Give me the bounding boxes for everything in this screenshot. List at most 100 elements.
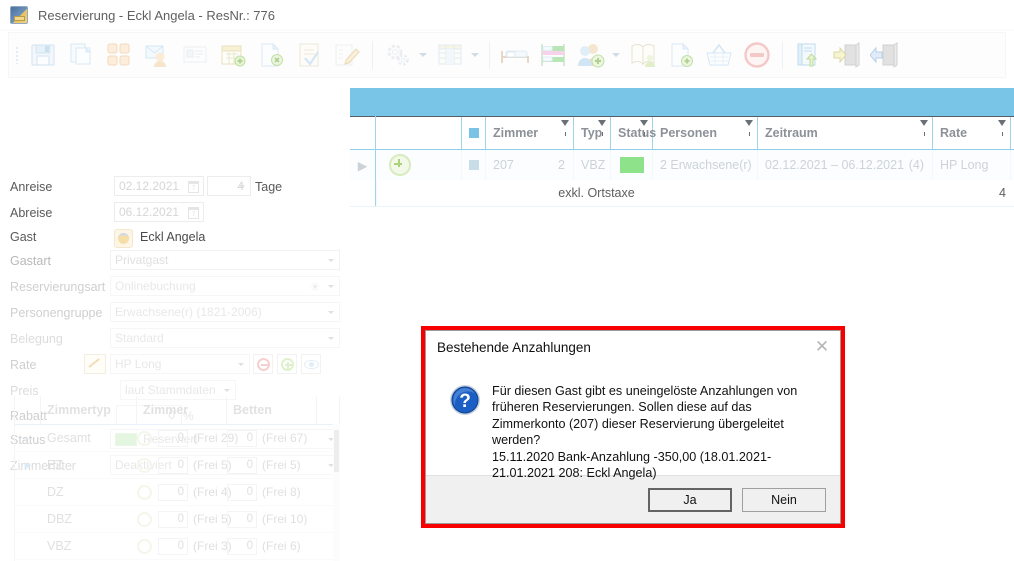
row-betten-cell: 0 (Frei 6): [227, 537, 317, 555]
row-zimmer-value[interactable]: 0: [158, 456, 188, 474]
book-upload-icon[interactable]: [790, 37, 826, 73]
document-delete-icon[interactable]: [253, 37, 289, 73]
zimmertyp-grid-scrollbar[interactable]: [333, 424, 340, 561]
column-zimmertyp[interactable]: Zimmertyp: [41, 396, 137, 424]
add-icon[interactable]: [137, 484, 152, 500]
chevron-down-icon[interactable]: [238, 363, 244, 366]
filter-icon[interactable]: [998, 120, 1006, 136]
rate-add-button[interactable]: [277, 354, 297, 374]
toolbar-drag-handle[interactable]: [13, 44, 21, 66]
filter-icon[interactable]: [745, 120, 753, 136]
table-row[interactable]: DZ 0 (Frei 4) 0 (Frei 8): [15, 479, 340, 506]
row-expander-icon[interactable]: ▶: [15, 460, 41, 471]
bed-icon[interactable]: [497, 37, 533, 73]
belegung-select[interactable]: Standard: [110, 328, 340, 348]
header-personen-label: Personen: [660, 126, 717, 140]
ja-button[interactable]: Ja: [648, 487, 732, 512]
zimmertyp-grid[interactable]: Zimmertyp Zimmer Betten — Gesamt 0 (Frei…: [14, 396, 340, 561]
table-row[interactable]: DBZ 0 (Frei 5) 0 (Frei 10): [15, 506, 340, 533]
header-rate[interactable]: Rate: [933, 117, 1011, 149]
filter-icon[interactable]: [561, 120, 569, 136]
row-zimmer-value[interactable]: 0: [158, 537, 188, 555]
table-row[interactable]: VBZ 0 (Frei 3) 0 (Frei 6): [15, 533, 340, 560]
row-zimmer-cell: 0 (Frei 3): [137, 537, 232, 555]
header-personen[interactable]: Personen: [653, 117, 758, 149]
table-layout-icon[interactable]: [432, 37, 468, 73]
table-row[interactable]: ▶ 207 2 VBZ 2 Erwachsene(r) 02.12.2021 –…: [350, 150, 1014, 180]
exit-right-icon[interactable]: [828, 37, 864, 73]
row-betten-value[interactable]: 0: [227, 456, 257, 474]
abreise-date-input[interactable]: 06.12.2021 7: [114, 202, 204, 222]
chevron-down-icon[interactable]: [328, 311, 334, 314]
gastart-select[interactable]: Privatgast: [110, 250, 340, 270]
add-icon[interactable]: [137, 457, 152, 473]
table-row[interactable]: ▶ EZ 0 (Frei 5) 0 (Frei 5): [15, 452, 340, 479]
row-expander-icon[interactable]: —: [15, 433, 41, 443]
table-row[interactable]: — Gesamt 0 (Frei 29) 0 (Frei 67): [15, 425, 340, 452]
row-betten-value[interactable]: 0: [227, 483, 257, 501]
chevron-down-icon[interactable]: [224, 389, 230, 392]
column-betten[interactable]: Betten: [227, 396, 317, 424]
bunk-bed-icon[interactable]: [535, 37, 571, 73]
row-checkbox-cell[interactable]: [462, 150, 486, 180]
dialog-message: Für diesen Gast gibt es uneingelöste Anz…: [492, 384, 798, 481]
checkbox-icon[interactable]: [468, 160, 479, 170]
row-zimmer-value[interactable]: 0: [158, 510, 188, 528]
cancel-icon[interactable]: [739, 37, 775, 73]
exit-left-icon[interactable]: [866, 37, 902, 73]
add-icon[interactable]: [137, 538, 152, 554]
basket-icon[interactable]: [701, 37, 737, 73]
filter-icon[interactable]: [920, 120, 928, 136]
personengruppe-select[interactable]: Erwachsene(r) (1821-2006): [110, 302, 340, 322]
chevron-down-icon[interactable]: [328, 285, 334, 288]
add-person-icon[interactable]: [573, 37, 609, 73]
row-betten-value[interactable]: 0: [227, 510, 257, 528]
nein-button[interactable]: Nein: [742, 487, 826, 512]
row-zimmer-value[interactable]: 0: [158, 483, 188, 501]
calendar-add-icon[interactable]: [215, 37, 251, 73]
tage-spinner[interactable]: 4: [207, 176, 251, 196]
table-layout-dropdown-caret-icon[interactable]: [469, 37, 481, 73]
avatar[interactable]: [114, 229, 133, 248]
modules-icon[interactable]: [101, 37, 137, 73]
calendar-icon[interactable]: 7: [188, 207, 199, 219]
copy-icon[interactable]: [63, 37, 99, 73]
chevron-down-icon[interactable]: [328, 337, 334, 340]
header-status[interactable]: Status: [611, 117, 656, 149]
reservierungsart-select[interactable]: Onlinebuchung ☀: [110, 276, 340, 296]
close-icon[interactable]: ✕: [812, 338, 832, 358]
row-zimmer-value[interactable]: 0: [158, 429, 188, 447]
rate-select[interactable]: HP Long: [110, 354, 250, 374]
send-mail-guest-icon[interactable]: [139, 37, 175, 73]
row-betten-value[interactable]: 0: [227, 429, 257, 447]
add-icon[interactable]: [389, 154, 411, 176]
guest-card-icon[interactable]: [177, 37, 213, 73]
filter-icon[interactable]: [598, 120, 606, 136]
book-person-icon[interactable]: [625, 37, 661, 73]
gast-name-value[interactable]: Eckl Angela: [140, 230, 205, 244]
edit-note-icon[interactable]: [329, 37, 365, 73]
row-betten-value[interactable]: 0: [227, 537, 257, 555]
add-person-dropdown-caret-icon[interactable]: [610, 37, 622, 73]
header-zimmer[interactable]: Zimmer: [486, 117, 574, 149]
chevron-down-icon[interactable]: [328, 259, 334, 262]
chevron-down-icon[interactable]: [239, 185, 245, 188]
anreise-date-input[interactable]: 02.12.2021 7: [114, 176, 204, 196]
add-icon[interactable]: [137, 430, 152, 446]
save-icon[interactable]: [25, 37, 61, 73]
edit-pencil-icon[interactable]: [84, 354, 106, 374]
document-add-icon[interactable]: [663, 37, 699, 73]
settings-dropdown-caret-icon[interactable]: [417, 37, 429, 73]
header-select-all[interactable]: [462, 117, 486, 149]
header-typ[interactable]: Typ: [574, 117, 611, 149]
header-zeitraum[interactable]: Zeitraum: [758, 117, 933, 149]
column-zimmer[interactable]: Zimmer: [137, 396, 227, 424]
rate-preview-button[interactable]: [301, 354, 321, 374]
add-icon[interactable]: [137, 511, 152, 527]
rate-remove-button[interactable]: [253, 354, 273, 374]
document-check-icon[interactable]: [291, 37, 327, 73]
checkbox-icon[interactable]: [468, 128, 479, 138]
calendar-icon[interactable]: 7: [188, 181, 199, 193]
filter-icon[interactable]: [640, 120, 648, 136]
settings-gears-icon[interactable]: [380, 37, 416, 73]
